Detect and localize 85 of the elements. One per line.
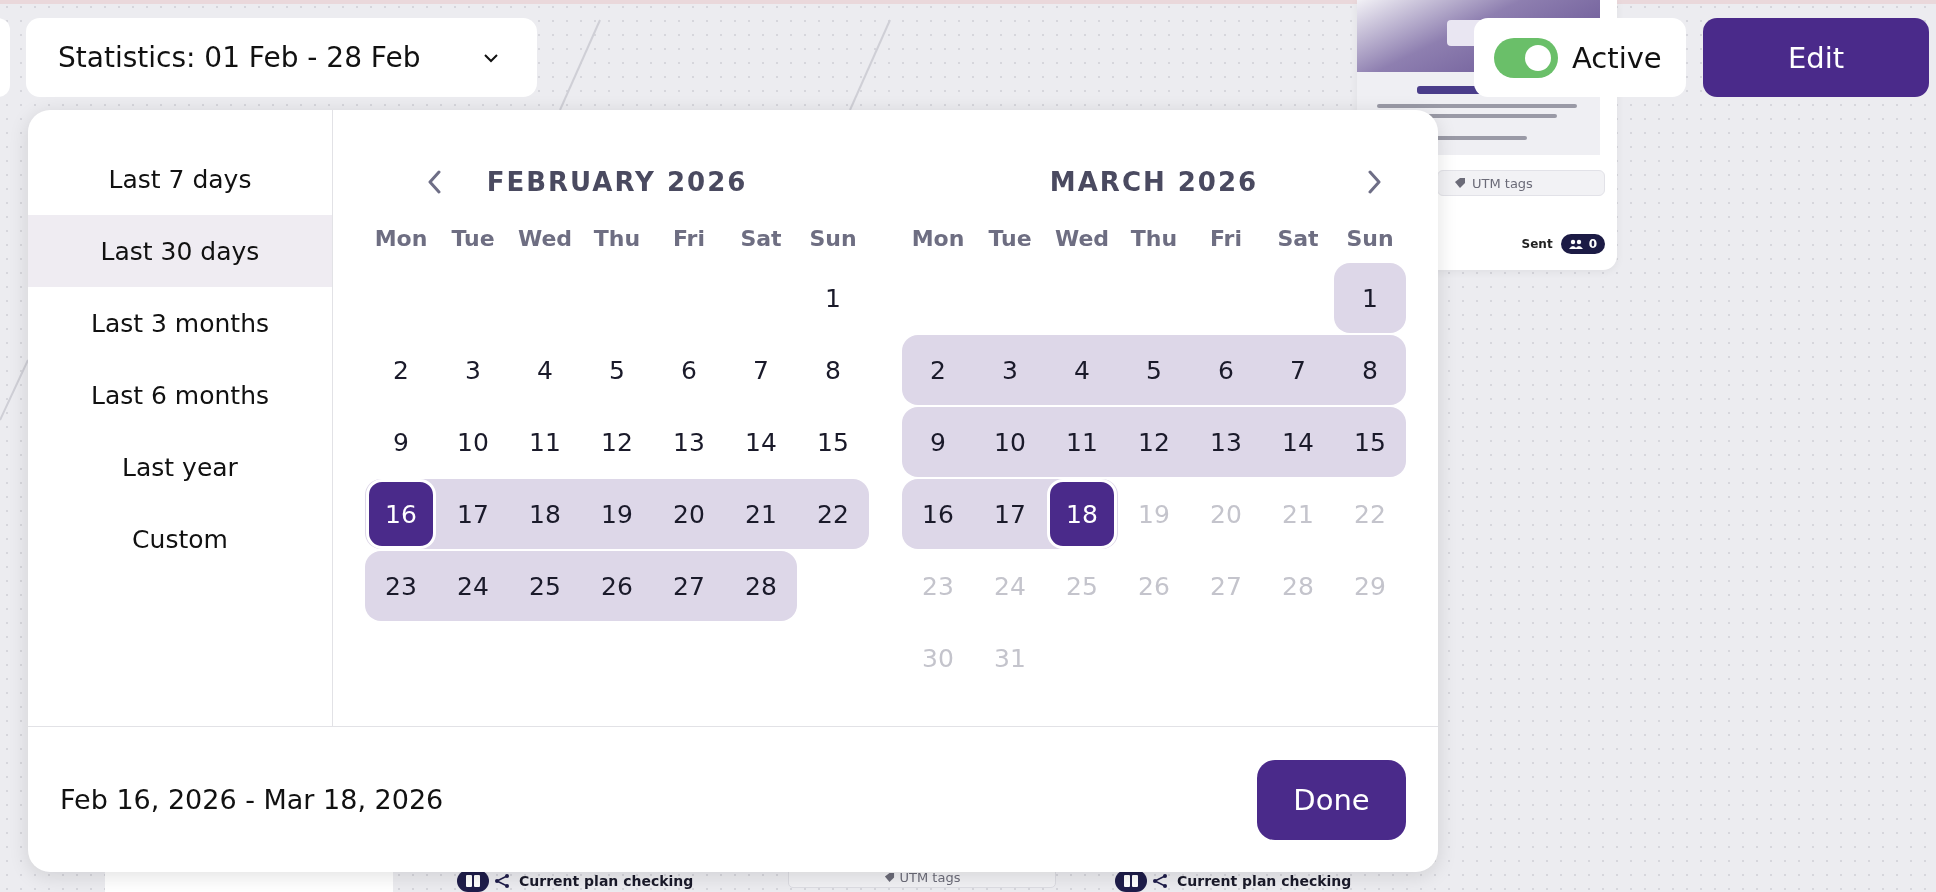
calendar-day[interactable]: 16 [903, 479, 973, 549]
calendar-day[interactable]: 2 [903, 335, 973, 405]
calendar-day[interactable]: 16 [366, 479, 436, 549]
calendar-day[interactable]: 23 [366, 551, 436, 621]
calendar-day[interactable]: 9 [903, 407, 973, 477]
calendar-day[interactable]: 8 [1335, 335, 1405, 405]
statistics-dropdown[interactable]: Statistics: 01 Feb - 28 Feb [26, 18, 537, 97]
calendar-day[interactable]: 18 [510, 479, 580, 549]
calendar-day[interactable]: 18 [1047, 479, 1117, 549]
calendar-day[interactable]: 13 [1191, 407, 1261, 477]
calendar-day[interactable]: 10 [438, 407, 508, 477]
calendar-day[interactable]: 27 [654, 551, 724, 621]
month-title: FEBRUARY 2026 [486, 167, 748, 197]
calendar-day[interactable]: 24 [438, 551, 508, 621]
weekday-label: Fri [1210, 225, 1242, 251]
weekday-label: Sun [809, 225, 857, 251]
calendar-day[interactable]: 12 [1119, 407, 1189, 477]
calendar-day[interactable]: 5 [582, 335, 652, 405]
calendar-day[interactable]: 6 [1191, 335, 1261, 405]
calendar-day[interactable]: 11 [510, 407, 580, 477]
weekday-label: Tue [451, 225, 495, 251]
calendar-day[interactable]: 28 [726, 551, 796, 621]
preset-option[interactable]: Last year [28, 431, 332, 503]
utm-tags-chip[interactable]: UTM tags [1437, 170, 1605, 196]
calendar-day[interactable]: 11 [1047, 407, 1117, 477]
preset-option[interactable]: Last 7 days [28, 143, 332, 215]
calendar-day[interactable]: 15 [1335, 407, 1405, 477]
weekday-label: Wed [517, 225, 573, 251]
node-title: Current plan checking [1177, 873, 1352, 889]
active-label: Active [1572, 40, 1662, 75]
weekday-label: Sun [1346, 225, 1394, 251]
sent-label: Sent [1521, 237, 1553, 251]
preset-option[interactable]: Custom [28, 503, 332, 575]
weekday-label: Mon [911, 225, 965, 251]
tag-icon [1454, 177, 1466, 189]
done-button[interactable]: Done [1257, 759, 1406, 840]
month-title: MARCH 2026 [1049, 167, 1259, 197]
weekday-label: Thu [1130, 225, 1178, 251]
weekday-label: Mon [374, 225, 428, 251]
calendar-day[interactable]: 20 [654, 479, 724, 549]
previous-month-icon[interactable] [427, 170, 441, 194]
calendar-day[interactable]: 6 [654, 335, 724, 405]
preset-option[interactable]: Last 30 days [28, 215, 332, 287]
calendar-day[interactable]: 8 [798, 335, 868, 405]
chevron-down-icon [483, 52, 499, 63]
selected-range-text: Feb 16, 2026 - Mar 18, 2026 [60, 784, 444, 815]
calendar-day[interactable]: 4 [510, 335, 580, 405]
calendar-day[interactable]: 15 [798, 407, 868, 477]
calendar-day[interactable]: 3 [975, 335, 1045, 405]
edit-button[interactable]: Edit [1703, 18, 1929, 97]
calendar-day[interactable]: 14 [1263, 407, 1333, 477]
connector-line [0, 359, 29, 421]
calendar-day[interactable]: 1 [798, 263, 868, 333]
calendar-day[interactable]: 2 [366, 335, 436, 405]
calendar-day[interactable]: 14 [726, 407, 796, 477]
calendar-day[interactable]: 5 [1119, 335, 1189, 405]
weekday-label: Sat [1277, 225, 1319, 251]
preset-option[interactable]: Last 3 months [28, 287, 332, 359]
calendar-day[interactable]: 12 [582, 407, 652, 477]
calendar-day[interactable]: 13 [654, 407, 724, 477]
preset-option[interactable]: Last 6 months [28, 359, 332, 431]
calendar-day[interactable]: 4 [1047, 335, 1117, 405]
calendar-day[interactable]: 1 [1335, 263, 1405, 333]
calendar-day[interactable]: 26 [582, 551, 652, 621]
calendar-day[interactable]: 25 [510, 551, 580, 621]
calendar-day[interactable]: 17 [975, 479, 1045, 549]
calendar-day[interactable]: 21 [726, 479, 796, 549]
calendar-day[interactable]: 17 [438, 479, 508, 549]
weekday-label: Tue [988, 225, 1032, 251]
calendar-day[interactable]: 22 [798, 479, 868, 549]
weekday-label: Sat [740, 225, 782, 251]
weekday-label: Wed [1054, 225, 1110, 251]
calendar-day[interactable]: 7 [726, 335, 796, 405]
calendar-day[interactable]: 9 [366, 407, 436, 477]
calendar-day[interactable]: 3 [438, 335, 508, 405]
people-icon [1568, 239, 1583, 249]
sent-count-badge: 0 [1560, 234, 1605, 254]
next-month-icon[interactable] [1368, 170, 1382, 194]
active-toggle[interactable] [1494, 37, 1558, 78]
calendar-day[interactable]: 7 [1263, 335, 1333, 405]
calendar-day[interactable]: 19 [582, 479, 652, 549]
weekday-label: Thu [593, 225, 641, 251]
node-title: Current plan checking [519, 873, 694, 889]
weekday-label: Fri [673, 225, 705, 251]
calendar-day[interactable]: 10 [975, 407, 1045, 477]
